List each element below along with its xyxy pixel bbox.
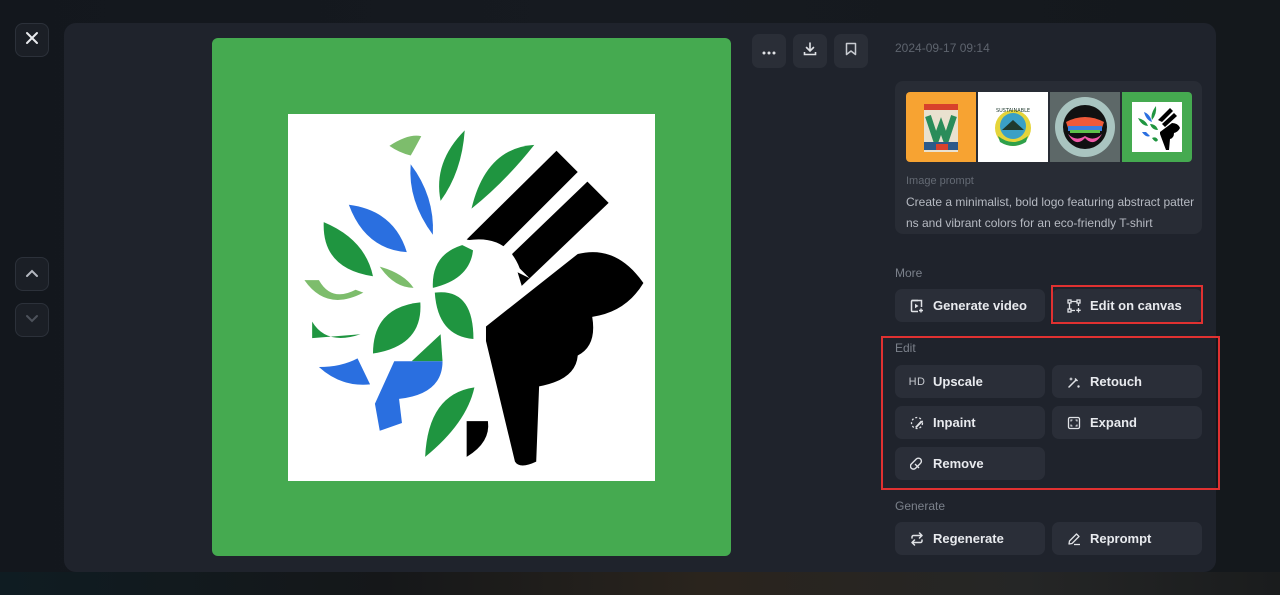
section-label-generate: Generate [895,499,946,513]
logo-artwork [288,114,655,481]
inpaint-brush-icon [909,415,925,431]
thumbnail-orange-w[interactable] [906,92,976,162]
upscale-button[interactable]: HD Upscale [895,365,1045,398]
close-icon [25,31,39,50]
retouch-button[interactable]: Retouch [1052,365,1202,398]
upscale-label: Upscale [933,374,983,389]
section-label-more: More [895,266,923,280]
generated-image[interactable] [212,38,731,556]
magic-wand-icon [1066,374,1082,390]
section-label-edit: Edit [895,341,916,355]
more-options-button[interactable] [752,34,786,68]
regenerate-icon [909,531,925,547]
retouch-label: Retouch [1090,374,1142,389]
bookmark-button[interactable] [834,34,868,68]
background-glow [0,572,1280,595]
creation-timestamp: 2024-09-17 09:14 [895,41,990,55]
reprompt-button[interactable]: Reprompt [1052,522,1202,555]
expand-icon [1066,415,1082,431]
chevron-down-icon [25,311,39,329]
inpaint-label: Inpaint [933,415,976,430]
reference-thumbnails: SUSTAINABLE [906,92,1192,162]
prompt-card: SUSTAINABLE Image prompt Create a minima… [895,81,1202,234]
remove-button[interactable]: Remove [895,447,1045,480]
more-horizontal-icon [762,42,776,60]
pencil-icon [1066,531,1082,547]
expand-label: Expand [1090,415,1137,430]
close-button[interactable] [15,23,49,57]
inpaint-button[interactable]: Inpaint [895,406,1045,439]
hd-icon: HD [908,375,926,388]
edit-on-canvas-label: Edit on canvas [1090,298,1182,313]
canvas-edit-icon [1066,298,1082,314]
chevron-up-icon [25,265,39,283]
bookmark-icon [845,42,857,61]
download-button[interactable] [793,34,827,68]
leaf-hand-logo-graphic [304,130,644,466]
regenerate-button[interactable]: Regenerate [895,522,1045,555]
eraser-icon [909,456,925,472]
reprompt-label: Reprompt [1090,531,1152,546]
previous-image-button[interactable] [15,257,49,291]
edit-on-canvas-button[interactable]: Edit on canvas [1052,289,1202,322]
thumbnail-colorful-circle[interactable] [1050,92,1120,162]
thumbnail-leaf-hand[interactable] [1122,92,1192,162]
remove-label: Remove [933,456,984,471]
download-icon [803,41,817,61]
svg-text:SUSTAINABLE: SUSTAINABLE [996,108,1030,114]
prompt-text: Create a minimalist, bold logo featuring… [906,195,1195,230]
thumbnail-globe-emblem[interactable]: SUSTAINABLE [978,92,1048,162]
video-plus-icon [909,298,925,314]
regenerate-label: Regenerate [933,531,1004,546]
prompt-label: Image prompt [906,175,974,187]
generate-video-button[interactable]: Generate video [895,289,1045,322]
generate-video-label: Generate video [933,298,1027,313]
expand-button[interactable]: Expand [1052,406,1202,439]
next-image-button[interactable] [15,303,49,337]
